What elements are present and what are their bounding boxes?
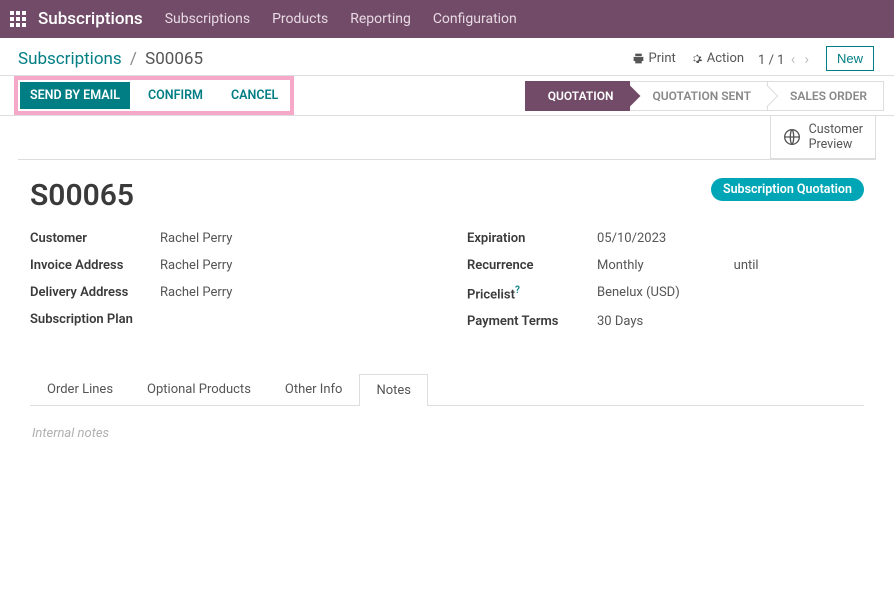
- cancel-button[interactable]: CANCEL: [221, 82, 288, 109]
- pager-next[interactable]: ›: [801, 50, 812, 68]
- nav-reporting[interactable]: Reporting: [350, 11, 411, 27]
- breadcrumb-root[interactable]: Subscriptions: [18, 49, 122, 69]
- form-sheet: S00065 Subscription Quotation CustomerRa…: [0, 160, 894, 359]
- status-badge: Subscription Quotation: [711, 178, 864, 201]
- pager: 1 / 1 ‹ ›: [758, 50, 812, 68]
- nav-configuration[interactable]: Configuration: [433, 11, 517, 27]
- stage-sales-order[interactable]: SALES ORDER: [768, 81, 884, 111]
- gear-icon: [690, 52, 703, 65]
- confirm-button[interactable]: CONFIRM: [138, 82, 213, 109]
- invoice-value[interactable]: Rachel Perry: [160, 258, 232, 273]
- pager-prev[interactable]: ‹: [788, 50, 799, 68]
- stage-quotation-sent-label: QUOTATION SENT: [652, 89, 751, 103]
- plan-label: Subscription Plan: [30, 312, 160, 327]
- print-button[interactable]: Print: [632, 51, 676, 66]
- print-icon: [632, 52, 645, 65]
- pricelist-label: Pricelist?: [467, 285, 597, 302]
- stage-quotation-label: QUOTATION: [548, 89, 614, 103]
- recurrence-until: until: [734, 258, 759, 273]
- stat-line2: Preview: [809, 137, 863, 152]
- status-bar: SEND BY EMAIL CONFIRM CANCEL QUOTATION Q…: [0, 75, 894, 116]
- new-button[interactable]: New: [826, 46, 874, 71]
- customer-preview-button[interactable]: Customer Preview: [770, 116, 876, 159]
- nav-products[interactable]: Products: [272, 11, 328, 27]
- expiration-label: Expiration: [467, 231, 597, 246]
- delivery-value[interactable]: Rachel Perry: [160, 285, 232, 300]
- tab-other-info[interactable]: Other Info: [268, 373, 360, 405]
- breadcrumb-current: S00065: [145, 49, 203, 69]
- invoice-label: Invoice Address: [30, 258, 160, 273]
- internal-notes-input[interactable]: Internal notes: [30, 420, 864, 580]
- globe-icon: [783, 128, 801, 146]
- left-column: CustomerRachel Perry Invoice AddressRach…: [30, 231, 427, 341]
- expiration-value[interactable]: 05/10/2023: [597, 231, 666, 246]
- breadcrumb-sep: /: [130, 49, 137, 69]
- stat-buttons: Customer Preview: [18, 116, 876, 160]
- app-title: Subscriptions: [38, 9, 143, 29]
- recurrence-label: Recurrence: [467, 258, 597, 273]
- apps-icon[interactable]: [10, 11, 26, 27]
- tab-notes[interactable]: Notes: [359, 374, 428, 406]
- delivery-label: Delivery Address: [30, 285, 160, 300]
- action-highlight: SEND BY EMAIL CONFIRM CANCEL: [14, 76, 294, 115]
- tab-order-lines[interactable]: Order Lines: [30, 373, 130, 405]
- action-label: Action: [707, 51, 744, 66]
- right-column: Expiration05/10/2023 RecurrenceMonthly un…: [467, 231, 864, 341]
- stage-quotation[interactable]: QUOTATION: [525, 81, 631, 111]
- nav-subscriptions[interactable]: Subscriptions: [165, 11, 250, 27]
- recurrence-value[interactable]: Monthly: [597, 258, 644, 273]
- topbar: Subscriptions Subscriptions Products Rep…: [0, 0, 894, 38]
- terms-value[interactable]: 30 Days: [597, 314, 643, 329]
- toolbar-actions: Print Action 1 / 1 ‹ › New: [632, 46, 874, 71]
- pricelist-help-icon[interactable]: ?: [515, 285, 520, 296]
- stage-indicator: QUOTATION QUOTATION SENT SALES ORDER: [525, 81, 884, 111]
- record-title: S00065: [30, 178, 134, 213]
- pricelist-value[interactable]: Benelux (USD): [597, 285, 680, 302]
- print-label: Print: [649, 51, 676, 66]
- customer-value[interactable]: Rachel Perry: [160, 231, 232, 246]
- tabs: Order Lines Optional Products Other Info…: [30, 373, 864, 406]
- action-button[interactable]: Action: [690, 51, 744, 66]
- breadcrumb: Subscriptions / S00065: [18, 49, 203, 69]
- terms-label: Payment Terms: [467, 314, 597, 329]
- stage-sales-order-label: SALES ORDER: [790, 89, 867, 103]
- stage-quotation-sent[interactable]: QUOTATION SENT: [630, 81, 768, 111]
- send-by-email-button[interactable]: SEND BY EMAIL: [20, 82, 130, 109]
- tab-optional-products[interactable]: Optional Products: [130, 373, 268, 405]
- customer-label: Customer: [30, 231, 160, 246]
- breadcrumb-bar: Subscriptions / S00065 Print Action 1 / …: [0, 38, 894, 75]
- stat-line1: Customer: [809, 122, 863, 137]
- pager-text: 1 / 1: [758, 53, 784, 68]
